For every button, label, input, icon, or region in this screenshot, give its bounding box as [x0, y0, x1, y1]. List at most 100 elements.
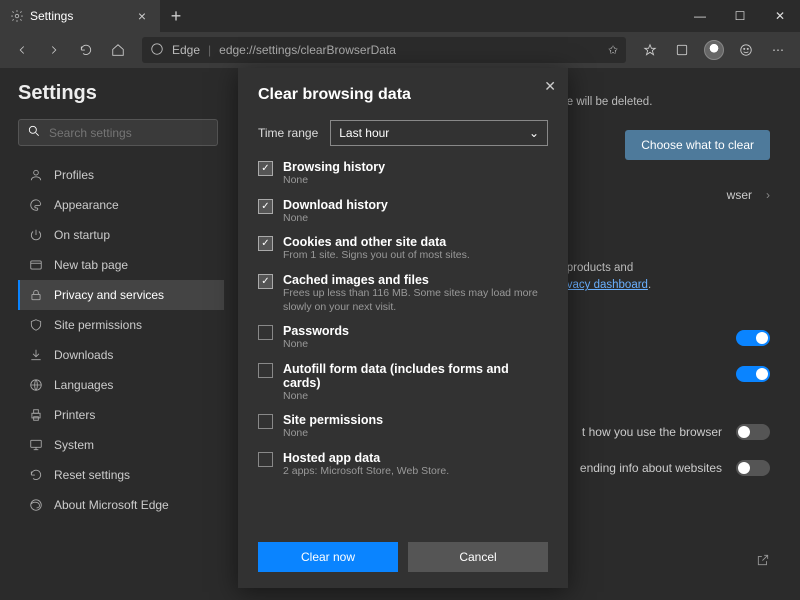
lock-icon	[28, 287, 44, 303]
address-bar[interactable]: Edge | edge://settings/clearBrowserData …	[142, 37, 626, 63]
sidebar-item-label: Profiles	[54, 168, 94, 182]
dialog-close-button[interactable]: ✕	[544, 78, 556, 95]
clear-browsing-data-dialog: ✕ Clear browsing data Time range Last ho…	[238, 68, 568, 588]
checkbox-row[interactable]: Autofill form data (includes forms and c…	[258, 362, 548, 404]
checkbox-subtitle: None	[283, 427, 383, 441]
edge-icon	[150, 42, 164, 59]
toolbar: Edge | edge://settings/clearBrowserData …	[0, 32, 800, 68]
row-trending-text: ending info about websites	[580, 461, 722, 475]
checkbox-title: Passwords	[283, 324, 349, 338]
maximize-button[interactable]: ☐	[720, 0, 760, 32]
collections-button[interactable]	[668, 36, 696, 64]
checkbox-row[interactable]: ✓ Browsing historyNone	[258, 160, 548, 188]
edge-icon	[28, 497, 44, 513]
gear-icon	[10, 9, 24, 23]
checkbox-subtitle: Frees up less than 116 MB. Some sites ma…	[283, 287, 548, 314]
menu-button[interactable]: ⋯	[764, 36, 792, 64]
reset-icon	[28, 467, 44, 483]
dialog-title: Clear browsing data	[258, 86, 548, 104]
sidebar-item-profiles[interactable]: Profiles	[18, 160, 224, 190]
browser-tab[interactable]: Settings ×	[0, 0, 160, 32]
checkbox[interactable]: ✓	[258, 161, 273, 176]
tab-close-icon[interactable]: ×	[134, 8, 150, 24]
sidebar-item-label: Site permissions	[54, 318, 142, 332]
settings-search[interactable]	[18, 119, 218, 146]
checkbox[interactable]	[258, 325, 273, 340]
toggle-3[interactable]	[736, 424, 770, 440]
time-range-value: Last hour	[339, 126, 389, 140]
sidebar-item-on-startup[interactable]: On startup	[18, 220, 224, 250]
separator: |	[208, 43, 211, 57]
settings-sidebar: Settings Profiles Appearance On startup New…	[0, 68, 230, 600]
palette-icon	[28, 197, 44, 213]
checkbox-subtitle: 2 apps: Microsoft Store, Web Store.	[283, 465, 449, 479]
checkbox[interactable]	[258, 414, 273, 429]
search-icon	[27, 124, 41, 141]
browser-label: Edge	[172, 43, 200, 57]
download-icon	[28, 347, 44, 363]
time-range-select[interactable]: Last hour ⌄	[330, 120, 548, 146]
checkbox-row[interactable]: Hosted app data2 apps: Microsoft Store, …	[258, 451, 548, 479]
tab-icon	[28, 257, 44, 273]
toggle-1[interactable]	[736, 330, 770, 346]
sidebar-item-languages[interactable]: Languages	[18, 370, 224, 400]
profile-button[interactable]	[700, 36, 728, 64]
sidebar-item-label: On startup	[54, 228, 110, 242]
user-icon	[28, 167, 44, 183]
checkbox[interactable]	[258, 363, 273, 378]
checkbox-row[interactable]: ✓Cookies and other site dataFrom 1 site.…	[258, 235, 548, 263]
checkbox-row[interactable]: Site permissionsNone	[258, 413, 548, 441]
home-button[interactable]	[104, 36, 132, 64]
sidebar-item-appearance[interactable]: Appearance	[18, 190, 224, 220]
settings-heading: Settings	[18, 82, 230, 105]
checkbox-subtitle: None	[283, 174, 385, 188]
checkbox[interactable]: ✓	[258, 236, 273, 251]
window-close-button[interactable]: ✕	[760, 0, 800, 32]
checkbox[interactable]: ✓	[258, 199, 273, 214]
printer-icon	[28, 407, 44, 423]
time-range-label: Time range	[258, 126, 318, 140]
row-use-text: t how you use the browser	[582, 425, 722, 439]
checkbox-title: Browsing history	[283, 160, 385, 174]
toggle-4[interactable]	[736, 460, 770, 476]
row-browser-text: wser	[727, 188, 752, 202]
choose-what-to-clear-button[interactable]: Choose what to clear	[625, 130, 770, 160]
favorite-button[interactable]	[636, 36, 664, 64]
feedback-button[interactable]	[732, 36, 760, 64]
globe-icon	[28, 377, 44, 393]
checkbox-subtitle: None	[283, 338, 349, 352]
chevron-right-icon[interactable]: ›	[766, 188, 770, 202]
sidebar-item-site-permissions[interactable]: Site permissions	[18, 310, 224, 340]
clear-now-button[interactable]: Clear now	[258, 542, 398, 572]
checkbox[interactable]	[258, 452, 273, 467]
checkbox-row[interactable]: ✓Cached images and filesFrees up less th…	[258, 273, 548, 314]
forward-button[interactable]	[40, 36, 68, 64]
back-button[interactable]	[8, 36, 36, 64]
checkbox-row[interactable]: PasswordsNone	[258, 324, 548, 352]
url-text: edge://settings/clearBrowserData	[219, 43, 396, 57]
search-input[interactable]	[49, 126, 209, 140]
checkbox-subtitle: None	[283, 390, 548, 404]
cancel-button[interactable]: Cancel	[408, 542, 548, 572]
sidebar-item-label: About Microsoft Edge	[54, 498, 169, 512]
sidebar-item-about-microsoft-edge[interactable]: About Microsoft Edge	[18, 490, 224, 520]
sidebar-item-privacy-and-services[interactable]: Privacy and services	[18, 280, 224, 310]
sidebar-item-downloads[interactable]: Downloads	[18, 340, 224, 370]
toggle-2[interactable]	[736, 366, 770, 382]
external-link-icon[interactable]	[756, 553, 770, 570]
new-tab-button[interactable]: +	[160, 0, 192, 32]
sidebar-item-reset-settings[interactable]: Reset settings	[18, 460, 224, 490]
sidebar-item-printers[interactable]: Printers	[18, 400, 224, 430]
sidebar-item-system[interactable]: System	[18, 430, 224, 460]
sidebar-item-label: System	[54, 438, 94, 452]
sidebar-item-label: Languages	[54, 378, 113, 392]
sidebar-item-new-tab-page[interactable]: New tab page	[18, 250, 224, 280]
checkbox-row[interactable]: ✓Download historyNone	[258, 198, 548, 226]
minimize-button[interactable]: —	[680, 0, 720, 32]
refresh-button[interactable]	[72, 36, 100, 64]
read-aloud-icon[interactable]: ✩	[608, 43, 618, 57]
chevron-down-icon: ⌄	[529, 126, 539, 140]
checkbox[interactable]: ✓	[258, 274, 273, 289]
sidebar-item-label: New tab page	[54, 258, 128, 272]
checkbox-title: Autofill form data (includes forms and c…	[283, 362, 548, 390]
